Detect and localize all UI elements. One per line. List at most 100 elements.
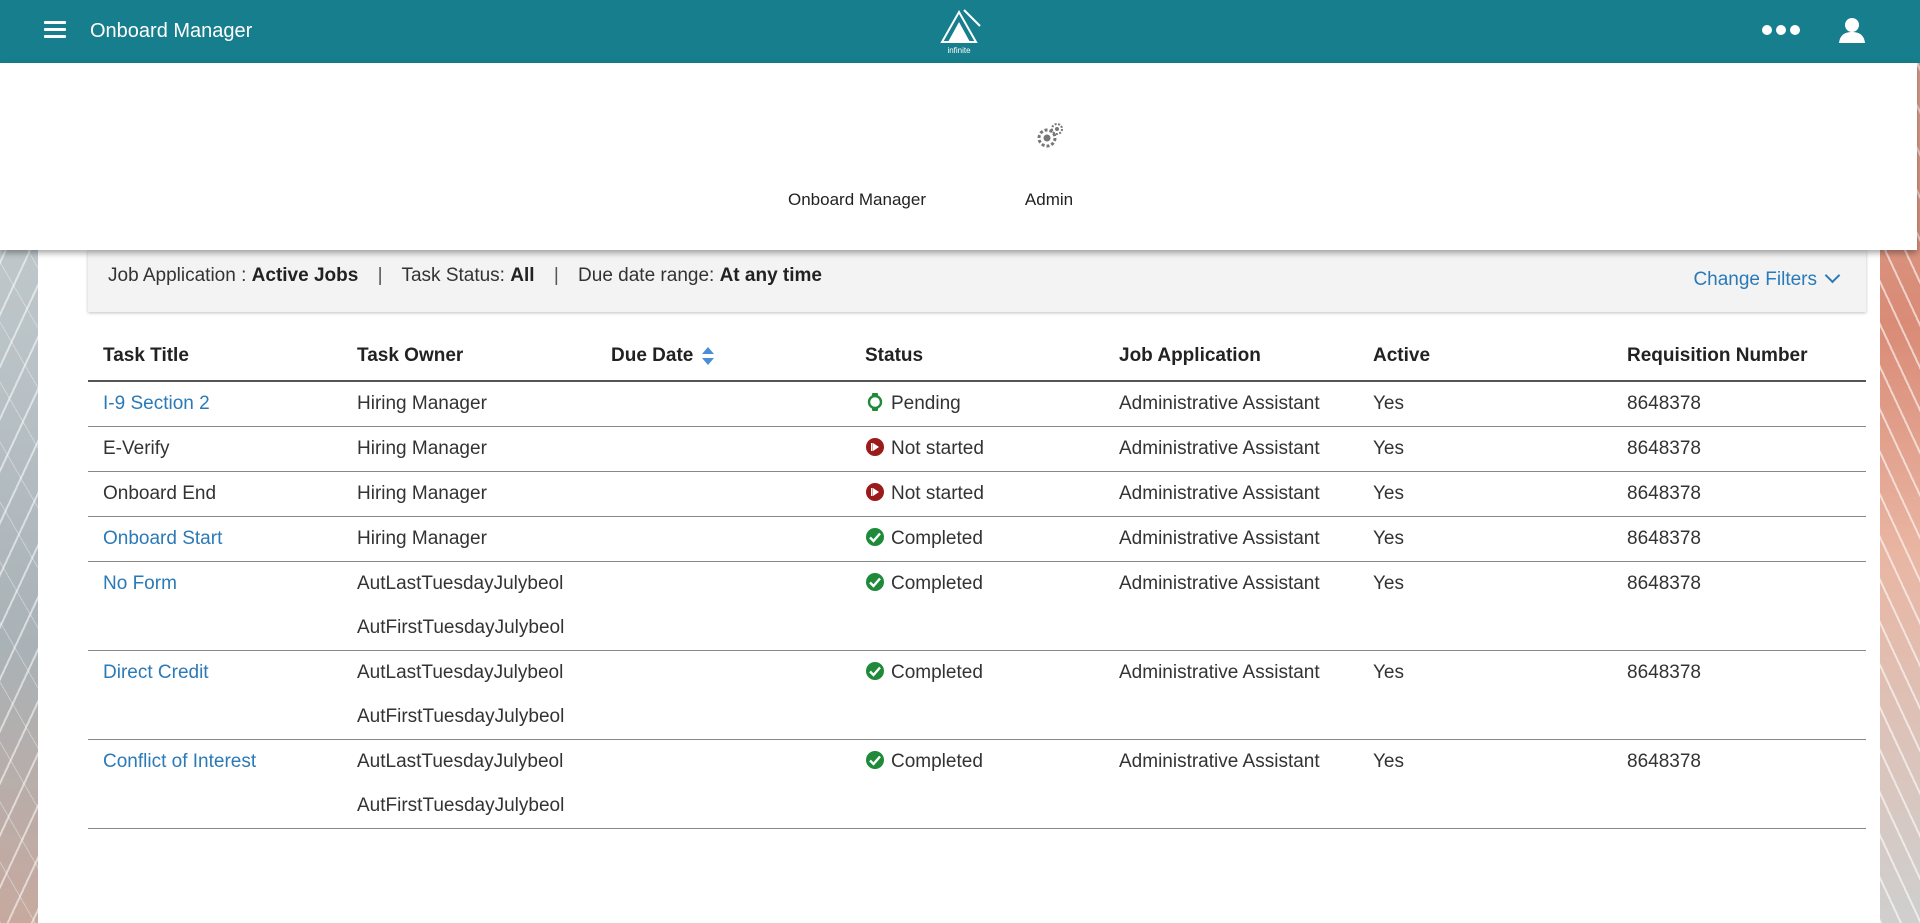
table-row: Onboard Start Hiring Manager Completed Admi…: [88, 516, 1866, 562]
task-owner-name: AutLastTuesdayJulybeol: [357, 662, 564, 683]
status-label: Not started: [891, 438, 984, 459]
task-table: Task Title Task Owner Due Date Status Jo…: [88, 330, 1866, 829]
task-title-cell[interactable]: No Form: [88, 561, 342, 651]
task-status-filter-value: All: [510, 265, 535, 286]
status-cell: Completed: [850, 650, 1104, 740]
task-title-link[interactable]: No Form: [103, 573, 177, 594]
due-date-filter-label: Due date range:: [578, 265, 715, 286]
task-owner-name: AutFirstTuesdayJulybeol: [357, 795, 565, 816]
task-title-link[interactable]: Onboard Start: [103, 528, 222, 549]
requisition-number-cell: 8648378: [1612, 381, 1866, 427]
completed-check-icon: [866, 527, 884, 546]
task-title: E-Verify: [103, 438, 170, 459]
task-owner-name: AutLastTuesdayJulybeol: [357, 573, 564, 594]
task-owner-cell: Hiring Manager: [342, 516, 596, 562]
task-owner-name: Hiring Manager: [357, 393, 487, 414]
column-header-task-owner[interactable]: Task Owner: [342, 330, 596, 382]
due-date-header-label: Due Date: [611, 345, 694, 366]
column-header-requisition-number[interactable]: Requisition Number: [1612, 330, 1866, 382]
task-title-link[interactable]: I-9 Section 2: [103, 393, 210, 414]
table-row: Direct Credit AutLastTuesdayJulybeol AutFi…: [88, 650, 1866, 740]
hamburger-menu-icon[interactable]: [44, 21, 66, 39]
task-owner-name: AutLastTuesdayJulybeol: [357, 751, 564, 772]
table-row: Onboard End Hiring Manager Not started Admi…: [88, 471, 1866, 517]
column-header-status[interactable]: Status: [850, 330, 1104, 382]
task-owner-name: AutFirstTuesdayJulybeol: [357, 706, 565, 727]
due-date-cell: [596, 381, 850, 427]
active-cell: Yes: [1358, 381, 1612, 427]
active-cell: Yes: [1358, 426, 1612, 472]
status-cell: Not started: [850, 426, 1104, 472]
task-owner-name: Hiring Manager: [357, 528, 487, 549]
app-menu-panel: Onboard Manager Admin: [0, 63, 1917, 250]
task-title-cell[interactable]: Direct Credit: [88, 650, 342, 740]
active-cell: Yes: [1358, 471, 1612, 517]
pending-watch-icon: [867, 392, 883, 411]
not-started-icon: [866, 482, 884, 501]
completed-check-icon: [866, 661, 884, 680]
gears-icon: [1037, 123, 1063, 148]
task-owner-cell: Hiring Manager: [342, 471, 596, 517]
job-application-cell: Administrative Assistant: [1104, 426, 1358, 472]
table-row: I-9 Section 2 Hiring Manager Pending Admini…: [88, 381, 1866, 427]
task-owner-cell: Hiring Manager: [342, 426, 596, 472]
active-cell: Yes: [1358, 650, 1612, 740]
table-row: E-Verify Hiring Manager Not started Adminis…: [88, 426, 1866, 472]
job-application-filter-label: Job Application :: [108, 265, 247, 286]
column-header-due-date[interactable]: Due Date: [596, 330, 850, 382]
more-options-icon[interactable]: [1762, 22, 1802, 38]
task-list-panel: Job Application : Active Jobs | Task Sta…: [38, 250, 1880, 923]
task-title-cell: Onboard End: [88, 471, 342, 517]
column-header-job-application[interactable]: Job Application: [1104, 330, 1358, 382]
status-label: Not started: [891, 483, 984, 504]
status-label: Pending: [891, 393, 961, 414]
due-date-cell: [596, 471, 850, 517]
task-owner-cell: AutLastTuesdayJulybeol AutFirstTuesdayJul…: [342, 650, 596, 740]
column-header-task-title[interactable]: Task Title: [88, 330, 342, 382]
active-cell: Yes: [1358, 516, 1612, 562]
task-title-cell[interactable]: Conflict of Interest: [88, 739, 342, 829]
task-title-cell[interactable]: Onboard Start: [88, 516, 342, 562]
top-navigation-bar: Onboard Manager infinite: [0, 0, 1920, 63]
sort-icon[interactable]: [701, 345, 715, 367]
task-title-cell: E-Verify: [88, 426, 342, 472]
filter-separator: |: [553, 265, 559, 286]
completed-check-icon: [866, 750, 884, 769]
table-row: Conflict of Interest AutLastTuesdayJulybe…: [88, 739, 1866, 829]
job-application-cell: Administrative Assistant: [1104, 381, 1358, 427]
due-date-cell: [596, 516, 850, 562]
task-owner-name: Hiring Manager: [357, 483, 487, 504]
not-started-icon: [866, 437, 884, 456]
status-cell: Not started: [850, 471, 1104, 517]
task-owner-cell: AutLastTuesdayJulybeol AutFirstTuesdayJul…: [342, 739, 596, 829]
menu-item-admin[interactable]: Admin: [959, 63, 1139, 250]
requisition-number-cell: 8648378: [1612, 739, 1866, 829]
due-date-cell: [596, 650, 850, 740]
requisition-number-cell: 8648378: [1612, 516, 1866, 562]
completed-check-icon: [866, 572, 884, 591]
logo-icon[interactable]: infinite: [934, 6, 984, 56]
task-title-link[interactable]: Direct Credit: [103, 662, 209, 683]
active-cell: Yes: [1358, 561, 1612, 651]
change-filters-button[interactable]: Change Filters: [1693, 267, 1841, 291]
task-title: Onboard End: [103, 483, 217, 504]
task-title-link[interactable]: Conflict of Interest: [103, 751, 256, 772]
task-status-filter-label: Task Status:: [401, 265, 505, 286]
user-icon[interactable]: [1838, 17, 1866, 43]
column-header-active[interactable]: Active: [1358, 330, 1612, 382]
menu-item-onboard-manager[interactable]: Onboard Manager: [767, 63, 947, 250]
job-application-cell: Administrative Assistant: [1104, 650, 1358, 740]
requisition-number-cell: 8648378: [1612, 561, 1866, 651]
due-date-cell: [596, 561, 850, 651]
job-application-cell: Administrative Assistant: [1104, 739, 1358, 829]
task-title-cell[interactable]: I-9 Section 2: [88, 381, 342, 427]
due-date-filter-value: At any time: [719, 265, 822, 286]
job-application-cell: Administrative Assistant: [1104, 516, 1358, 562]
status-cell: Pending: [850, 381, 1104, 427]
filter-summary-bar: Job Application : Active Jobs | Task Sta…: [88, 250, 1866, 312]
status-label: Completed: [891, 662, 983, 683]
due-date-cell: [596, 739, 850, 829]
requisition-number-cell: 8648378: [1612, 471, 1866, 517]
job-application-filter-value: Active Jobs: [251, 265, 359, 286]
due-date-cell: [596, 426, 850, 472]
